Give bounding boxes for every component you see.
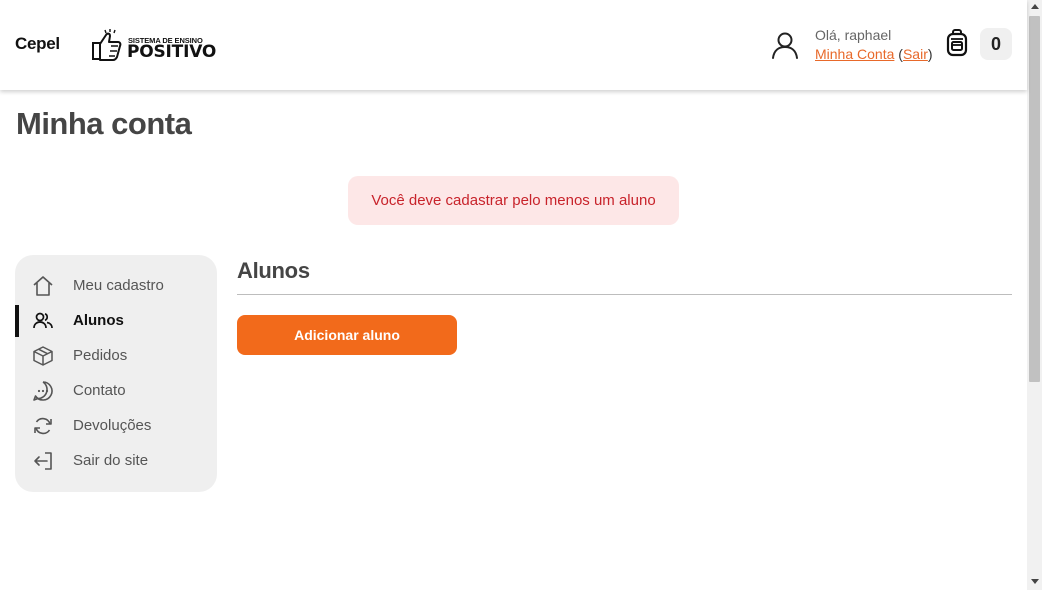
page: Cepel SISTEMA DE ENSINO POSITIVO Olá, ra…: [0, 0, 1042, 590]
sidebar-item-pedidos[interactable]: Pedidos: [15, 340, 217, 372]
sidebar-item-devolucoes[interactable]: Devoluções: [15, 410, 217, 442]
sidebar-item-label: Pedidos: [73, 347, 128, 364]
sidebar-item-alunos[interactable]: Alunos: [15, 305, 217, 337]
positivo-logo[interactable]: SISTEMA DE ENSINO POSITIVO: [89, 28, 216, 62]
site-header: Cepel SISTEMA DE ENSINO POSITIVO Olá, ra…: [0, 0, 1027, 90]
refresh-icon: [34, 417, 52, 435]
add-student-button[interactable]: Adicionar aluno: [237, 315, 457, 355]
sidebar-item-label: Sair do site: [73, 452, 149, 469]
vertical-scrollbar[interactable]: [1027, 0, 1042, 590]
page-title: Minha conta: [16, 106, 192, 141]
cart-count-badge[interactable]: 0: [980, 28, 1012, 60]
backpack-icon[interactable]: [945, 29, 969, 57]
account-sidebar: Meu cadastro Alunos Pedidos Contato Devo…: [15, 255, 217, 492]
chat-icon: [33, 381, 53, 401]
sidebar-item-label: Meu cadastro: [73, 277, 164, 294]
user-icon[interactable]: [770, 30, 800, 60]
logo-title: POSITIVO: [127, 42, 217, 62]
sidebar-item-label: Contato: [73, 382, 126, 399]
sidebar-item-contato[interactable]: Contato: [15, 375, 217, 407]
users-icon: [33, 312, 53, 329]
scroll-down-arrow-icon[interactable]: [1031, 579, 1039, 584]
thumbs-up-icon: [92, 29, 122, 61]
logout-icon: [34, 452, 52, 470]
section-title: Alunos: [237, 258, 310, 283]
sidebar-item-label: Devoluções: [73, 417, 152, 434]
box-icon: [33, 346, 53, 366]
error-alert: Você deve cadastrar pelo menos um aluno: [348, 176, 679, 225]
user-greeting: Olá, raphael: [815, 27, 892, 43]
scroll-up-arrow-icon[interactable]: [1031, 4, 1039, 9]
sidebar-item-meu-cadastro[interactable]: Meu cadastro: [15, 270, 217, 302]
sidebar-item-label: Alunos: [73, 312, 124, 329]
account-links: Minha Conta (Sair): [815, 46, 933, 62]
my-account-link[interactable]: Minha Conta: [815, 46, 894, 62]
scroll-thumb[interactable]: [1029, 16, 1040, 382]
logout-link[interactable]: Sair: [903, 46, 928, 62]
home-icon: [33, 276, 53, 296]
school-name: Cepel: [15, 34, 60, 53]
section-divider: [237, 294, 1012, 295]
sidebar-item-sair-do-site[interactable]: Sair do site: [15, 445, 217, 477]
